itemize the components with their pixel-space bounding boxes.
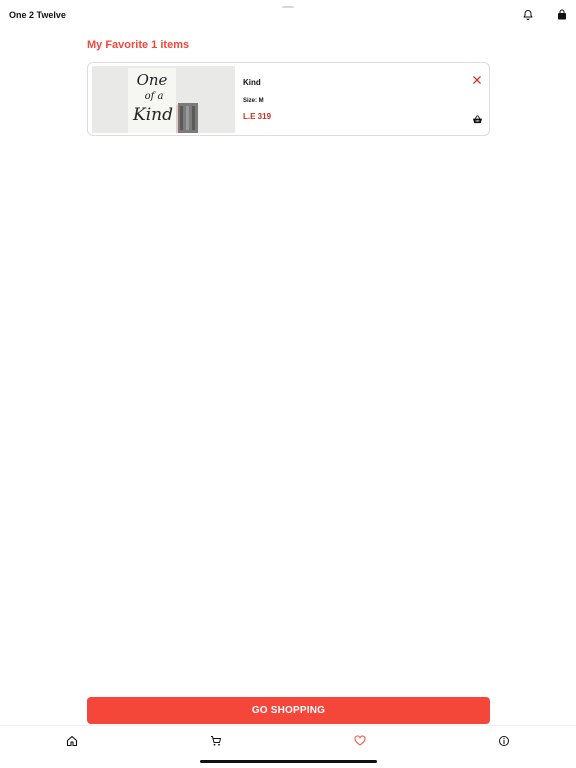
bag-button[interactable] <box>554 7 570 23</box>
home-indicator <box>200 760 377 763</box>
go-shopping-button[interactable]: GO SHOPPING <box>87 697 490 724</box>
page-title: My Favorite 1 items <box>87 39 190 51</box>
nav-info[interactable] <box>495 732 513 750</box>
nav-favorites[interactable] <box>351 732 369 750</box>
heart-icon <box>354 735 366 746</box>
item-price: L.E 319 <box>243 112 272 121</box>
bottom-navigation <box>0 725 576 755</box>
bell-icon <box>523 10 533 20</box>
cart-icon <box>211 736 221 746</box>
add-to-cart-button[interactable] <box>470 112 484 126</box>
favorite-item-card: One of a Kind Kind Size: M L.E 319 <box>87 62 490 136</box>
home-icon <box>66 735 78 747</box>
product-print-line-1: One <box>137 71 168 89</box>
info-icon <box>499 736 509 746</box>
item-size: Size: M <box>243 98 264 104</box>
basket-icon <box>472 114 482 123</box>
product-print-line-3: Kind <box>132 105 173 125</box>
close-icon <box>473 76 481 84</box>
remove-favorite-button[interactable] <box>470 73 484 87</box>
product-image-graphic: One of a Kind <box>92 66 235 133</box>
item-name: Kind <box>243 78 261 87</box>
app-title: One 2 Twelve <box>9 10 66 20</box>
nav-home[interactable] <box>63 732 81 750</box>
notifications-button[interactable] <box>520 7 536 23</box>
product-image[interactable]: One of a Kind <box>92 66 235 133</box>
shopping-bag-icon <box>558 9 566 20</box>
nav-cart[interactable] <box>207 732 225 750</box>
product-print-line-2: of a <box>145 91 164 102</box>
app-header: One 2 Twelve <box>0 0 576 30</box>
